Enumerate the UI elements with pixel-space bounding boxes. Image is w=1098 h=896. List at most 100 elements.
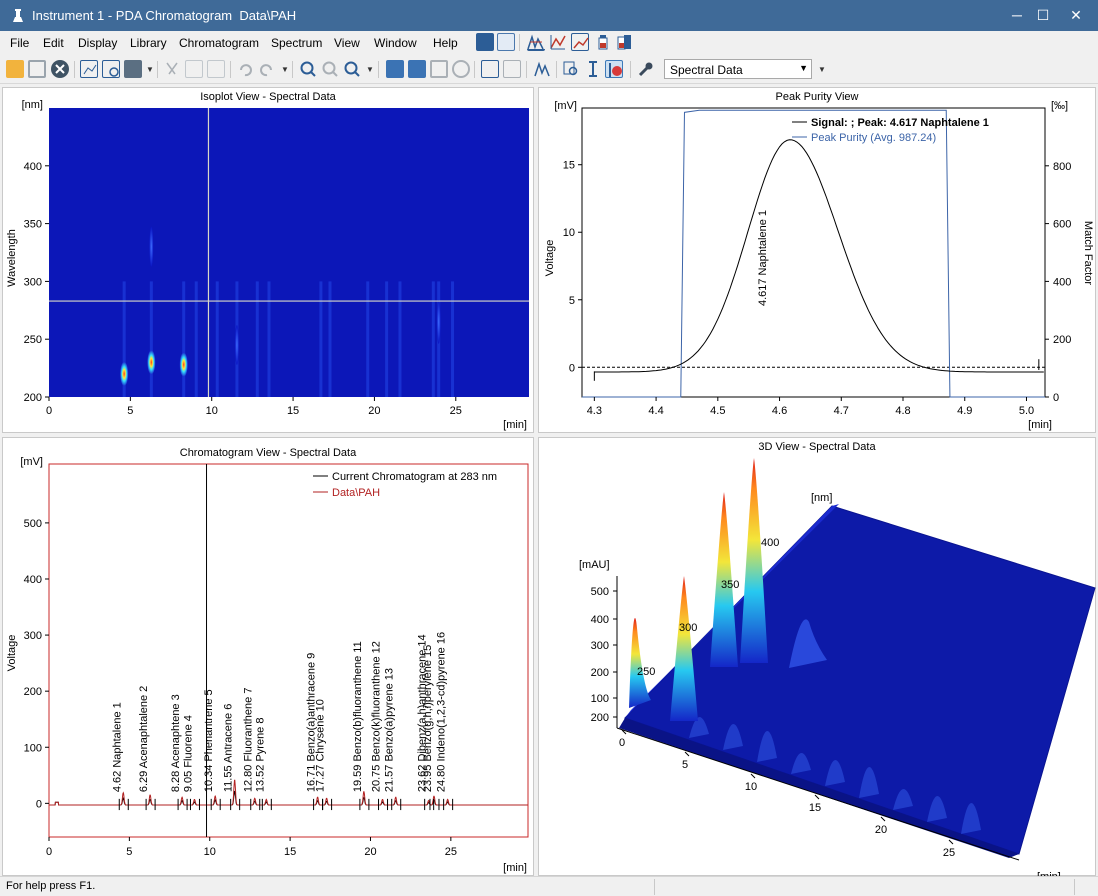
spectrum-compare-icon[interactable] [497,33,515,51]
isoplot-faint-spot [234,324,239,365]
combo-extra-dropdown-icon[interactable]: ▼ [818,65,826,75]
redo-icon[interactable] [258,60,276,78]
wrench-icon[interactable] [637,60,655,78]
peak-spectra-icon[interactable] [527,33,545,51]
save-document-icon[interactable] [430,60,448,78]
zoom-icon[interactable] [343,60,361,78]
close-document-icon[interactable] [51,60,69,78]
open-document-icon[interactable] [408,60,426,78]
isoplot-faint-spot [436,299,441,344]
spectrum-overlay-icon[interactable] [549,33,567,51]
spectrum-library-icon[interactable] [476,33,494,51]
3d-mau-unit: [mAU] [579,559,610,571]
menu-view[interactable]: View [334,36,360,50]
open-folder-icon[interactable] [6,60,24,78]
search-library-icon[interactable] [481,60,499,78]
cursor-icon[interactable] [584,60,602,78]
isoplot-band [431,281,435,397]
purity-x-unit: [min] [1028,419,1052,431]
isoplot-x-tick-label: 10 [206,405,218,417]
isoplot-band [451,281,455,397]
purity-x-tick-label: 4.9 [957,405,972,417]
peak-label: 17.27 Chrysene 10 [315,699,327,792]
isoplot-x-tick-label: 15 [287,405,299,417]
status-bar: For help press F1. [0,876,1098,896]
isoplot-band [319,281,323,397]
legend-signal-text: Signal: ; Peak: 4.617 Naphtalene 1 [811,117,989,129]
isoplot-x-unit: [min] [503,419,527,431]
3d-mau-tick-label: 200 [591,667,609,679]
3d-mau-tick-label: 400 [591,614,609,626]
menu-edit[interactable]: Edit [43,36,64,50]
print-icon[interactable] [124,60,142,78]
chromatogram-y-tick-label: 300 [24,630,42,642]
view-source-select[interactable]: Spectral Data ▼ [664,59,812,79]
zoom-dropdown-icon[interactable]: ▼ [366,65,374,75]
save-icon[interactable] [28,60,46,78]
3d-time-tick [880,816,886,822]
undo-icon[interactable] [236,60,254,78]
isoplot-y-tick-label: 200 [24,392,42,404]
3d-mau-tick-label: 200 [591,712,609,724]
peak-label: 8.28 Acenaphtene 3 [170,694,182,792]
peak-label: 6.29 Acenaphtalene 2 [138,686,150,792]
view-3d-plot[interactable]: [mAU] 500 400 300 200 100 200 [nm] 400 350 300 250 0… [539,438,1097,877]
peak-label: 23.95 Benzo(g,h,i)perylene 15 [422,645,434,792]
copy-icon[interactable] [185,60,203,78]
report-icon[interactable] [80,60,98,78]
close-doc-icon[interactable] [452,60,470,78]
redo-dropdown-icon[interactable]: ▼ [281,65,289,75]
vial-icon[interactable] [594,33,612,51]
menu-window[interactable]: Window [374,36,417,50]
chromatogram-y-tick-label: 0 [36,798,42,810]
library-vial-icon[interactable] [615,33,633,51]
chromatogram-y-tick-label: 100 [24,742,42,754]
spectrum-icon[interactable] [533,60,551,78]
3d-nm-tick-label: 300 [679,622,697,634]
purity-y2-tick-label: 800 [1053,161,1071,173]
purity-x-tick-label: 4.8 [895,405,910,417]
purity-toggle-icon[interactable] [605,60,623,78]
peak-label: 20.75 Benzo(k)fluoranthene 12 [371,641,383,792]
peak-purity-plot[interactable]: 4.617 Naphtalene 1 Signal: ; Peak: 4.617 … [539,88,1097,434]
new-document-icon[interactable] [386,60,404,78]
isoplot-band [182,281,186,397]
3d-time-tick-label: 5 [682,759,688,771]
chromatogram-x-tick-label: 5 [126,846,132,858]
isoplot-y-tick-label: 400 [24,161,42,173]
chromatogram-x-unit: [min] [503,862,527,874]
print-preview-icon[interactable] [102,60,120,78]
legend-current-text: Current Chromatogram at 283 nm [332,471,497,483]
library-icon[interactable] [503,60,521,78]
chromatogram-plot[interactable]: 4.62 Naphtalene 1 6.29 Acenaphtalene 2 8.2… [3,438,535,877]
purity-y-tick-label: 0 [569,362,575,374]
isoplot-plot[interactable]: [nm] Wavelength 200 250 300 350 400 0 5 10 15 20 25 [… [3,88,535,434]
close-icon: ✕ [1070,7,1082,23]
chromatogram-x-tick-label: 20 [364,846,376,858]
purity-y2-unit: [‰] [1051,100,1068,112]
purity-y2-tick-label: 600 [1053,219,1071,231]
3d-time-tick-label: 15 [809,802,821,814]
print-dropdown-icon[interactable]: ▼ [146,65,154,75]
purity-y2-tick-label: 0 [1053,392,1059,404]
chromatogram-x-tick-label: 25 [445,846,457,858]
purity-plot-frame [581,107,1046,398]
menu-file[interactable]: File [10,36,29,50]
isoplot-faint-spot [149,226,154,267]
isoplot-band [149,281,153,397]
zoom-in-icon[interactable] [299,60,317,78]
peak-label: 11.55 Antracene 6 [223,704,235,792]
cut-icon[interactable] [163,60,181,78]
zoom-out-icon[interactable] [321,60,339,78]
menu-spectrum[interactable]: Spectrum [271,36,322,50]
menu-display[interactable]: Display [78,36,117,50]
menu-library[interactable]: Library [130,36,167,50]
isoplot-band [215,281,219,397]
menu-help[interactable]: Help [433,36,458,50]
find-peak-icon[interactable] [562,60,580,78]
menu-chromatogram[interactable]: Chromatogram [179,36,259,50]
close-button[interactable]: ✕ [1053,0,1098,31]
spectrum-plot-icon[interactable] [571,33,589,51]
peak-label: 19.59 Benzo(b)fluoranthene 11 [352,641,364,792]
paste-icon[interactable] [207,60,225,78]
